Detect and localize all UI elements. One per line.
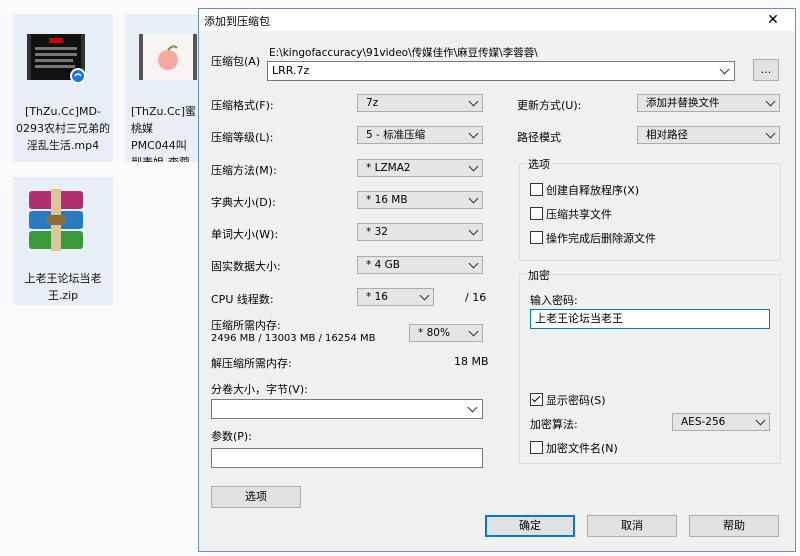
encrypt-names-checkbox[interactable]: 加密文件名(N) — [530, 440, 618, 456]
cpu-value: * 16 — [366, 291, 388, 303]
cpu-select[interactable]: * 16 — [357, 288, 434, 306]
chevron-down-icon — [468, 258, 479, 269]
dict-value: * 16 MB — [366, 194, 408, 206]
dict-select[interactable]: * 16 MB — [357, 191, 483, 209]
update-mode-select[interactable]: 添加并替换文件 — [637, 94, 780, 112]
format-value: 7z — [366, 97, 379, 109]
checkbox-icon — [530, 207, 543, 220]
volume-label: 分卷大小，字节(V): — [211, 383, 308, 396]
desktop-file-zip[interactable]: 上老王论坛当老王.zip — [13, 177, 113, 305]
solid-label: 固实数据大小: — [211, 260, 281, 273]
encryption-group-title: 加密 — [526, 267, 552, 283]
path-mode-select[interactable]: 相对路径 — [637, 126, 780, 144]
desktop-file-video-2[interactable]: [ThZu.Cc]蜜桃媒PMC044叫到表姐-李蓉mp4 — [125, 14, 198, 162]
encryption-method-value: AES-256 — [681, 416, 726, 428]
checkbox-icon — [530, 441, 543, 454]
params-label: 参数(P): — [211, 430, 252, 443]
archive-name-combo[interactable]: LRR.7z — [267, 61, 735, 81]
word-select[interactable]: * 32 — [357, 223, 483, 241]
checkbox-icon — [530, 183, 543, 196]
chevron-down-icon — [468, 96, 479, 107]
path-mode-label: 路径模式 — [517, 131, 561, 144]
method-value: * LZMA2 — [366, 162, 411, 174]
params-input[interactable] — [211, 448, 483, 468]
show-password-checkbox[interactable]: 显示密码(S) — [530, 392, 606, 408]
delete-after-label: 操作完成后删除源文件 — [546, 232, 656, 245]
memory-label: 压缩所需内存: — [211, 319, 281, 332]
method-select[interactable]: * LZMA2 — [357, 159, 483, 177]
cancel-button[interactable]: 取消 — [587, 515, 677, 537]
archive-name-value: LRR.7z — [272, 64, 310, 77]
winrar-archive-icon — [29, 189, 83, 251]
chevron-down-icon[interactable] — [719, 64, 730, 75]
file-name: [ThZu.Cc]MD-0293农村三兄弟的淫乱生活.mp4 — [16, 105, 110, 152]
chevron-down-icon — [755, 415, 766, 426]
checkbox-icon — [530, 231, 543, 244]
peach-thumbnail-icon — [139, 34, 197, 80]
memory-select[interactable]: * 80% — [409, 324, 483, 342]
level-value: 5 - 标准压缩 — [366, 129, 426, 141]
update-mode-label: 更新方式(U): — [517, 99, 582, 112]
chevron-down-icon — [419, 290, 430, 301]
close-icon[interactable]: ✕ — [761, 9, 785, 31]
chevron-down-icon — [765, 96, 776, 107]
chevron-down-icon — [468, 193, 479, 204]
file-name: 上老王论坛当老王.zip — [24, 272, 102, 302]
create-sfx-checkbox[interactable]: 创建自释放程序(X) — [530, 182, 639, 198]
browse-button[interactable]: ... — [753, 59, 779, 81]
encryption-method-label: 加密算法: — [530, 418, 578, 431]
solid-select[interactable]: * 4 GB — [357, 256, 483, 274]
chevron-down-icon[interactable] — [467, 402, 478, 413]
word-label: 单词大小(W): — [211, 228, 279, 241]
update-mode-value: 添加并替换文件 — [646, 97, 720, 109]
compress-shared-checkbox[interactable]: 压缩共享文件 — [530, 206, 612, 222]
compress-shared-label: 压缩共享文件 — [546, 208, 612, 221]
desktop-file-video-1[interactable]: [ThZu.Cc]MD-0293农村三兄弟的淫乱生活.mp4 — [13, 14, 113, 162]
format-select[interactable]: 7z — [357, 94, 483, 112]
chevron-down-icon — [468, 128, 479, 139]
archive-label: 压缩包(A) — [211, 55, 261, 68]
add-to-archive-dialog: 添加到压缩包 ✕ 压缩包(A) E:\kingofaccuracy\91vide… — [198, 8, 796, 552]
chevron-down-icon — [765, 128, 776, 139]
chevron-down-icon — [468, 326, 479, 337]
password-label: 输入密码: — [530, 294, 578, 307]
password-input[interactable]: 上老王论坛当老王 — [530, 309, 770, 329]
level-select[interactable]: 5 - 标准压缩 — [357, 126, 483, 144]
encryption-group: 加密 输入密码: 上老王论坛当老王 显示密码(S) 加密算法: AES-256 … — [519, 267, 781, 464]
show-password-label: 显示密码(S) — [546, 394, 606, 407]
memory-detail: 2496 MB / 13003 MB / 16254 MB — [211, 333, 376, 344]
archive-path: E:\kingofaccuracy\91video\传媒佳作\麻豆传媒\李蓉蓉\ — [269, 47, 538, 59]
dialog-title: 添加到压缩包 — [204, 15, 270, 28]
chevron-down-icon — [468, 161, 479, 172]
checkbox-checked-icon — [530, 393, 543, 406]
help-button[interactable]: 帮助 — [689, 515, 779, 537]
path-mode-value: 相对路径 — [646, 129, 688, 141]
level-label: 压缩等级(L): — [211, 131, 274, 144]
memory-value: * 80% — [418, 327, 450, 339]
delete-after-checkbox[interactable]: 操作完成后删除源文件 — [530, 230, 656, 246]
solid-value: * 4 GB — [366, 259, 400, 271]
password-value: 上老王论坛当老王 — [535, 312, 623, 325]
options-group-title: 选项 — [526, 156, 552, 172]
options-button[interactable]: 选项 — [211, 486, 301, 508]
volume-size-combo[interactable] — [211, 399, 483, 419]
create-sfx-label: 创建自释放程序(X) — [546, 184, 640, 197]
cpu-label: CPU 线程数: — [211, 293, 274, 306]
options-group: 选项 创建自释放程序(X) 压缩共享文件 操作完成后删除源文件 — [519, 156, 781, 261]
file-name: [ThZu.Cc]蜜桃媒PMC044叫到表姐-李蓉mp4 — [131, 105, 197, 162]
method-label: 压缩方法(M): — [211, 164, 277, 177]
word-value: * 32 — [366, 226, 388, 238]
video-thumbnail-icon — [27, 34, 86, 84]
decompress-memory-label: 解压缩所需内存: — [211, 357, 292, 370]
dict-label: 字典大小(D): — [211, 196, 276, 209]
ok-button[interactable]: 确定 — [485, 515, 575, 537]
chevron-down-icon — [468, 225, 479, 236]
title-bar: 添加到压缩包 ✕ — [199, 9, 795, 31]
cpu-total: / 16 — [465, 291, 487, 304]
format-label: 压缩格式(F): — [211, 99, 274, 112]
encryption-method-select[interactable]: AES-256 — [672, 413, 770, 431]
encrypt-names-label: 加密文件名(N) — [546, 442, 618, 455]
decompress-memory-value: 18 MB — [454, 355, 489, 368]
